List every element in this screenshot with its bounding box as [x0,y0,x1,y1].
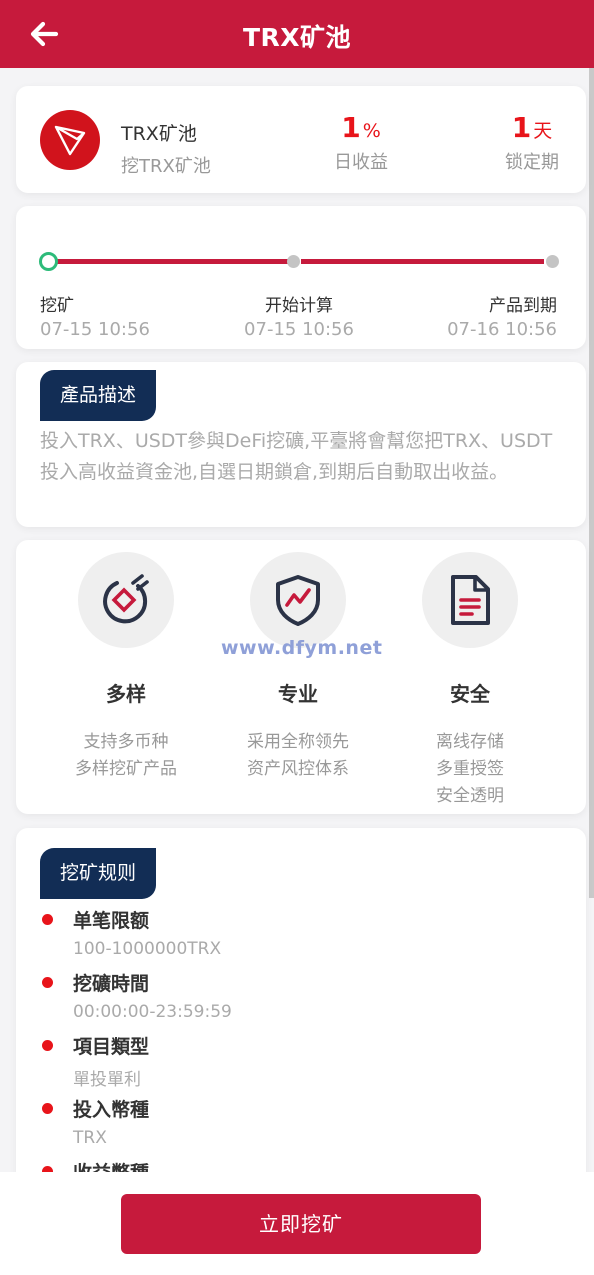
feature-desc-line: 支持多币种 [83,732,169,752]
timeline-step-label: 挖矿 [40,296,74,316]
feature-description: 离线存储 多重授签 安全透明 [390,729,550,810]
section-badge: 產品描述 [40,370,157,421]
rule-item: 挖礦時間 00:00:00-23:59:59 [40,969,232,1022]
rule-value: 100-1000000TRX [73,939,222,959]
pool-subtitle: 挖TRX矿池 [121,156,211,177]
feature-desc-line: 资产风控体系 [247,759,349,779]
feature-title: 安全 [450,682,490,706]
timeline-mid-marker [287,255,300,268]
feature-desc-line: 安全透明 [436,786,504,806]
daily-yield-unit: % [362,120,381,142]
top-app-bar: TRX矿池 [0,0,594,68]
daily-yield: 1% 日收益 [301,111,421,174]
feature-description: 支持多币种 多样挖矿产品 [46,729,206,783]
mining-rules-card: 挖矿规则 单笔限额 100-1000000TRX 挖礦時間 00:00:00-2… [16,828,586,1188]
timeline-end-marker [546,255,559,268]
rule-value: 00:00:00-23:59:59 [73,1002,232,1022]
lock-period-value: 1 [511,111,532,144]
description-text: 投入TRX、USDT參與DeFi挖礦,平臺將會幫您把TRX、USDT投入高收益資… [40,430,553,483]
tron-logo-icon [40,110,100,170]
rule-item: 单笔限额 100-1000000TRX [40,906,221,959]
timeline-segment [301,259,544,264]
pool-summary-card: TRX矿池 挖TRX矿池 1% 日收益 1天 锁定期 [16,86,586,193]
feature-item: 多样 支持多币种 多样挖矿产品 [46,552,206,783]
timeline-step-label: 产品到期 [489,296,557,316]
feature-item: 安全 离线存储 多重授签 安全透明 [390,552,550,810]
feature-item: 专业 采用全称领先 资产风控体系 [218,552,378,783]
rule-item: 項目類型 單投單利 [40,1032,149,1090]
bullet-icon [42,914,53,925]
feature-desc-line: 多重授签 [436,759,504,779]
start-mining-button[interactable]: 立即挖矿 [121,1194,481,1254]
bullet-icon [42,1040,53,1051]
pool-name: TRX矿池 [121,123,197,145]
bottom-action-bar: 立即挖矿 [0,1172,594,1275]
timeline-segment [56,259,290,264]
lock-period-unit: 天 [533,120,553,142]
timeline-step-label: 开始计算 [265,296,333,316]
document-icon [422,552,518,648]
rule-title: 項目類型 [73,1036,150,1058]
features-card: 多样 支持多币种 多样挖矿产品 专业 采用全称领先 资产风控体系 安全 离线存储… [16,540,586,814]
scrollbar[interactable] [589,68,594,898]
feature-desc-line: 采用全称领先 [247,732,349,752]
feature-title: 多样 [106,682,146,706]
bullet-icon [42,977,53,988]
feature-description: 采用全称领先 资产风控体系 [218,729,378,783]
shield-chart-icon [250,552,346,648]
rule-value: 單投單利 [73,1070,141,1090]
rule-title: 投入幣種 [73,1099,150,1121]
product-description-card: 產品描述 投入TRX、USDT參與DeFi挖礦,平臺將會幫您把TRX、USDT投… [16,362,586,527]
timeline-step-time: 07-15 10:56 [40,319,150,340]
timeline-card: 挖矿 07-15 10:56 开始计算 07-15 10:56 产品到期 07-… [16,206,586,349]
bullet-icon [42,1103,53,1114]
page-title: TRX矿池 [242,23,352,52]
rule-title: 单笔限额 [73,910,150,932]
feature-desc-line: 多样挖矿产品 [75,759,177,779]
daily-yield-label: 日收益 [334,152,388,173]
daily-yield-value: 1 [341,111,361,144]
rule-value: TRX [73,1128,107,1148]
watermark: www.dfym.net [221,637,383,659]
feature-title: 专业 [278,682,318,706]
section-badge: 挖矿规则 [40,848,157,899]
timeline-start-marker [39,252,58,271]
timeline-step-time: 07-15 10:56 [244,319,354,340]
feature-desc-line: 离线存储 [436,732,504,752]
rule-title: 挖礦時間 [73,973,150,995]
lock-period: 1天 锁定期 [472,111,592,174]
lock-period-label: 锁定期 [505,152,559,173]
diversity-icon [78,552,174,648]
rule-item: 投入幣種 TRX [40,1095,149,1148]
timeline-step-time: 07-16 10:56 [447,319,557,340]
